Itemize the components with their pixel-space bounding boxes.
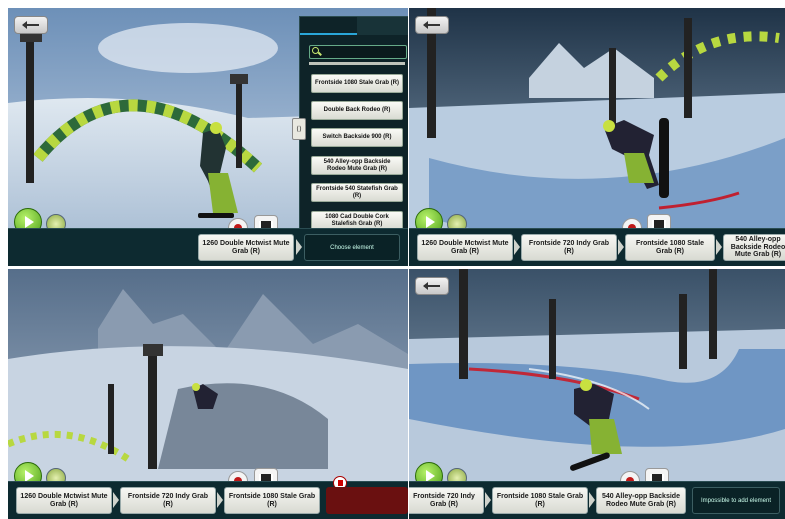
timeline-arrow bbox=[296, 239, 302, 255]
timeline-element[interactable]: 540 Alley-opp Backside Rodeo Mute Grab (… bbox=[723, 234, 785, 261]
left-right-arrows-icon: ⟨⟩ bbox=[296, 126, 302, 133]
timeline-element[interactable]: 1260 Double Mctwist Mute Grab (R) bbox=[16, 487, 112, 514]
timeline-element[interactable]: Frontside 1080 Stale Grab (R) bbox=[492, 487, 588, 514]
back-arrow-icon bbox=[22, 21, 39, 29]
back-arrow-icon bbox=[423, 21, 440, 29]
timeline-bar: 1260 Double Mctwist Mute Grab (R) Choose… bbox=[8, 228, 408, 266]
timeline-arrow bbox=[514, 239, 520, 255]
timeline-element[interactable]: 1260 Double Mctwist Mute Grab (R) bbox=[198, 234, 294, 261]
drop-target[interactable] bbox=[326, 487, 408, 514]
timeline-arrow bbox=[217, 492, 223, 508]
timeline-element[interactable]: Frontside 720 Indy Grab (R) bbox=[521, 234, 617, 261]
timeline-element[interactable]: 1260 Double Mctwist Mute Grab (R) bbox=[417, 234, 513, 261]
divider bbox=[309, 62, 405, 65]
back-arrow-icon bbox=[423, 282, 440, 290]
menu-tabs bbox=[300, 17, 408, 35]
play-icon bbox=[426, 216, 435, 228]
toggle-menu-button[interactable]: ⟨⟩ bbox=[292, 118, 306, 140]
timeline-bar: Frontside 720 Indy Grab (R) Frontside 10… bbox=[409, 481, 785, 519]
menu-item[interactable]: Double Back Rodeo (R) bbox=[311, 101, 403, 120]
timeline-arrow bbox=[618, 239, 624, 255]
panel-top-left: Frontside 1080 Stale Grab (R) Double Bac… bbox=[8, 8, 408, 266]
timeline-bar: 1260 Double Mctwist Mute Grab (R) Fronts… bbox=[409, 228, 785, 266]
timeline-element[interactable]: Frontside 1080 Stale Grab (R) bbox=[224, 487, 320, 514]
tab-other[interactable] bbox=[357, 17, 408, 35]
timeline-bar: 1260 Double Mctwist Mute Grab (R) Fronts… bbox=[8, 476, 408, 519]
panel-top-right: 1260 Double Mctwist Mute Grab (R) Fronts… bbox=[409, 8, 785, 266]
timeline-arrow bbox=[716, 239, 722, 255]
back-button[interactable] bbox=[415, 277, 449, 295]
panel-bottom-left: 1260 Double Mctwist Mute Grab (R) Fronts… bbox=[8, 269, 408, 519]
timeline-element[interactable]: Frontside 1080 Stale Grab (R) bbox=[625, 234, 715, 261]
panel-bottom-right: Frontside 720 Indy Grab (R) Frontside 10… bbox=[409, 269, 785, 519]
search-icon bbox=[312, 47, 319, 54]
status-text: Impossible to add element bbox=[692, 487, 780, 514]
menu-item[interactable]: Frontside 540 Statefish Grab (R) bbox=[311, 183, 403, 202]
trash-icon bbox=[337, 480, 343, 486]
timeline-element[interactable]: Frontside 720 Indy Grab (R) bbox=[409, 487, 484, 514]
play-icon bbox=[25, 216, 34, 228]
timeline-element[interactable]: 540 Alley-opp Backside Rodeo Mute Grab (… bbox=[596, 487, 686, 514]
trick-menu: Frontside 1080 Stale Grab (R) Double Bac… bbox=[299, 16, 408, 240]
menu-item[interactable]: 540 Alley-opp Backside Rodeo Mute Grab (… bbox=[311, 156, 403, 175]
back-button[interactable] bbox=[415, 16, 449, 34]
status-text: Choose element bbox=[304, 234, 400, 261]
menu-item[interactable]: Frontside 1080 Stale Grab (R) bbox=[311, 74, 403, 93]
search-input[interactable] bbox=[309, 45, 407, 59]
tab-tricks[interactable] bbox=[300, 17, 357, 35]
timeline-element[interactable]: Frontside 720 Indy Grab (R) bbox=[120, 487, 216, 514]
timeline-arrow bbox=[589, 492, 595, 508]
timeline-arrow bbox=[113, 492, 119, 508]
menu-item[interactable]: Switch Backside 900 (R) bbox=[311, 128, 403, 147]
back-button[interactable] bbox=[14, 16, 48, 34]
timeline-arrow bbox=[485, 492, 491, 508]
